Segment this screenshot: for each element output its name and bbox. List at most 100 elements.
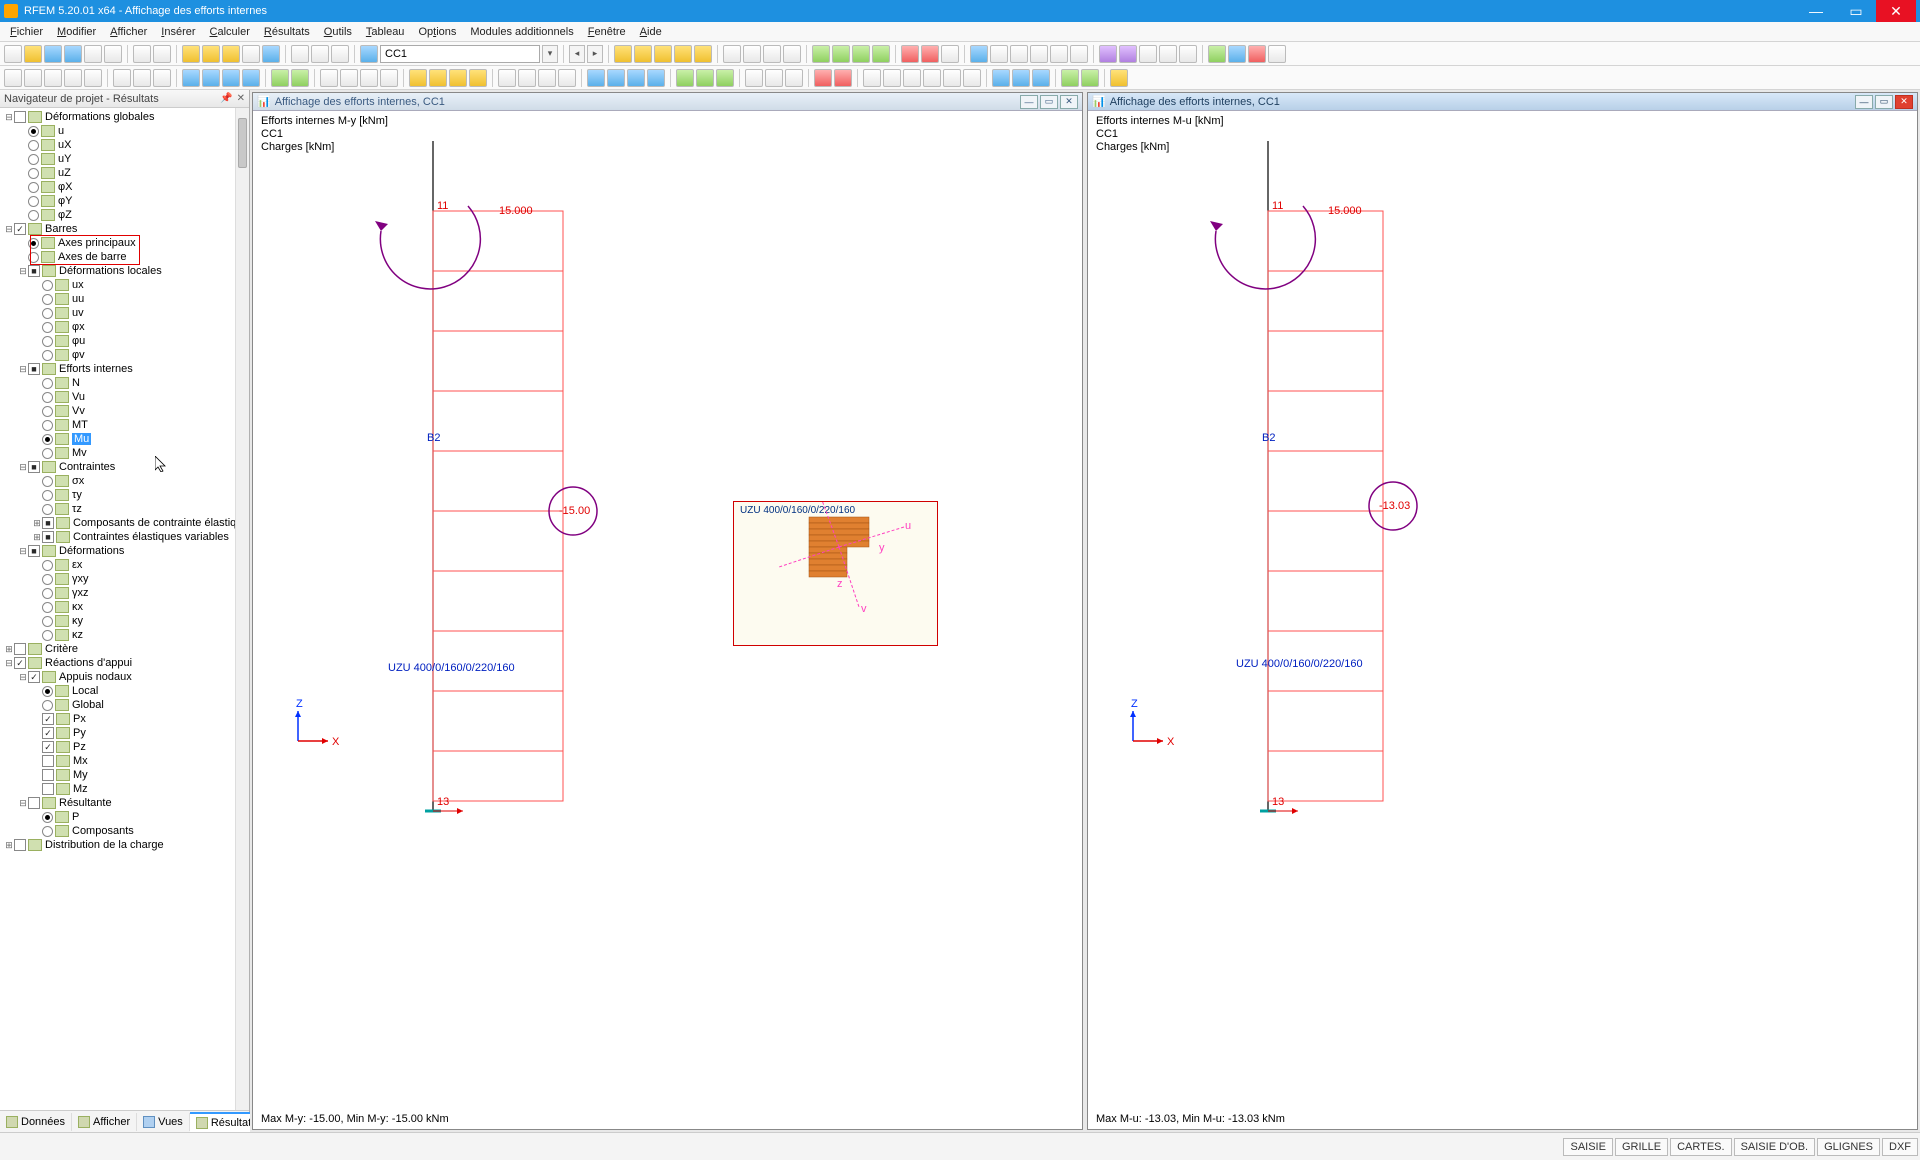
t2-ac[interactable]: [627, 69, 645, 87]
tree-row[interactable]: uZ: [0, 166, 249, 180]
t2-p[interactable]: [340, 69, 358, 87]
tool-s[interactable]: [812, 45, 830, 63]
t2-aa[interactable]: [587, 69, 605, 87]
menu-calculer[interactable]: Calculer: [204, 24, 256, 40]
tree-row[interactable]: ⊟■Déformations locales: [0, 264, 249, 278]
view-right-close[interactable]: ✕: [1895, 95, 1913, 109]
loadcase-combo[interactable]: CC1: [380, 45, 540, 63]
t2-b[interactable]: [24, 69, 42, 87]
tree-row[interactable]: MT: [0, 418, 249, 432]
tool-d[interactable]: [242, 45, 260, 63]
tool-aj[interactable]: [1179, 45, 1197, 63]
t2-m[interactable]: [271, 69, 289, 87]
tool-an[interactable]: [1268, 45, 1286, 63]
status-grille[interactable]: GRILLE: [1615, 1138, 1668, 1156]
t2-aj[interactable]: [785, 69, 803, 87]
t2-ab[interactable]: [607, 69, 625, 87]
tree-row[interactable]: σx: [0, 474, 249, 488]
t2-e[interactable]: [84, 69, 102, 87]
menu-aide[interactable]: Aide: [634, 24, 668, 40]
tree-row[interactable]: ⊟✓Barres: [0, 222, 249, 236]
view-left-min[interactable]: —: [1020, 95, 1038, 109]
view-right-title[interactable]: 📊 Affichage des efforts internes, CC1 — …: [1088, 93, 1917, 111]
tree-row[interactable]: uX: [0, 138, 249, 152]
t2-at[interactable]: [1012, 69, 1030, 87]
t2-t[interactable]: [429, 69, 447, 87]
tree-row[interactable]: κz: [0, 628, 249, 642]
t2-n[interactable]: [291, 69, 309, 87]
tree-row[interactable]: ⊟■Déformations: [0, 544, 249, 558]
tree-row[interactable]: ⊟Déformations globales: [0, 110, 249, 124]
tab-afficher[interactable]: Afficher: [72, 1113, 137, 1131]
tool-open[interactable]: [24, 45, 42, 63]
menu-modules[interactable]: Modules additionnels: [464, 24, 579, 40]
combo-dropdown[interactable]: ▾: [542, 45, 558, 63]
tool-k[interactable]: [634, 45, 652, 63]
tree-row[interactable]: Axes de barre: [0, 250, 249, 264]
tree-row[interactable]: κy: [0, 614, 249, 628]
tool-q[interactable]: [763, 45, 781, 63]
t2-am[interactable]: [863, 69, 881, 87]
menu-outils[interactable]: Outils: [318, 24, 358, 40]
tree-row[interactable]: ⊟✓Réactions d'appui: [0, 656, 249, 670]
tree-row[interactable]: τy: [0, 488, 249, 502]
tool-b[interactable]: [202, 45, 220, 63]
t2-x[interactable]: [518, 69, 536, 87]
tree-row[interactable]: ⊟Résultante: [0, 796, 249, 810]
t2-au[interactable]: [1032, 69, 1050, 87]
tree-row[interactable]: Axes principaux: [0, 236, 249, 250]
tree-row[interactable]: φZ: [0, 208, 249, 222]
tree-row[interactable]: ⊟■Contraintes: [0, 460, 249, 474]
t2-y[interactable]: [538, 69, 556, 87]
navigator-tree[interactable]: ⊟Déformations globalesuuXuYuZφXφYφZ⊟✓Bar…: [0, 108, 249, 1110]
status-cartes[interactable]: CARTES.: [1670, 1138, 1731, 1156]
tool-i[interactable]: [360, 45, 378, 63]
t2-ap[interactable]: [923, 69, 941, 87]
view-right-max[interactable]: ▭: [1875, 95, 1893, 109]
tool-ai[interactable]: [1159, 45, 1177, 63]
t2-aw[interactable]: [1081, 69, 1099, 87]
tree-row[interactable]: Vu: [0, 390, 249, 404]
t2-k[interactable]: [222, 69, 240, 87]
tree-row[interactable]: γxz: [0, 586, 249, 600]
tool-al[interactable]: [1228, 45, 1246, 63]
tool-ae[interactable]: [1070, 45, 1088, 63]
tool-p[interactable]: [743, 45, 761, 63]
t2-af[interactable]: [696, 69, 714, 87]
tool-l[interactable]: [654, 45, 672, 63]
tree-row[interactable]: γxy: [0, 572, 249, 586]
prev-case[interactable]: ◂: [569, 45, 585, 63]
tree-row[interactable]: ⊟■Efforts internes: [0, 362, 249, 376]
t2-s[interactable]: [409, 69, 427, 87]
menu-options[interactable]: Options: [412, 24, 462, 40]
t2-an[interactable]: [883, 69, 901, 87]
tree-row[interactable]: ⊟✓Appuis nodaux: [0, 670, 249, 684]
t2-f[interactable]: [113, 69, 131, 87]
tool-m[interactable]: [674, 45, 692, 63]
tree-row[interactable]: Mu: [0, 432, 249, 446]
tree-row[interactable]: ✓Pz: [0, 740, 249, 754]
t2-al[interactable]: [834, 69, 852, 87]
close-button[interactable]: ✕: [1876, 0, 1916, 22]
t2-ak[interactable]: [814, 69, 832, 87]
pin-icon[interactable]: 📌: [220, 93, 232, 104]
tool-am[interactable]: [1248, 45, 1266, 63]
tab-donnees[interactable]: Données: [0, 1113, 72, 1131]
t2-v[interactable]: [469, 69, 487, 87]
tool-saveall[interactable]: [64, 45, 82, 63]
tool-ah[interactable]: [1139, 45, 1157, 63]
t2-ai[interactable]: [765, 69, 783, 87]
tree-row[interactable]: φY: [0, 194, 249, 208]
tool-n[interactable]: [694, 45, 712, 63]
close-panel-icon[interactable]: ✕: [237, 93, 245, 104]
tab-vues[interactable]: Vues: [137, 1113, 190, 1131]
tool-preview[interactable]: [104, 45, 122, 63]
t2-h[interactable]: [153, 69, 171, 87]
tree-row[interactable]: u: [0, 124, 249, 138]
tree-row[interactable]: My: [0, 768, 249, 782]
tree-row[interactable]: ⊞Critère: [0, 642, 249, 656]
t2-av[interactable]: [1061, 69, 1079, 87]
tree-row[interactable]: φv: [0, 348, 249, 362]
tree-row[interactable]: Mx: [0, 754, 249, 768]
tree-row[interactable]: ux: [0, 278, 249, 292]
